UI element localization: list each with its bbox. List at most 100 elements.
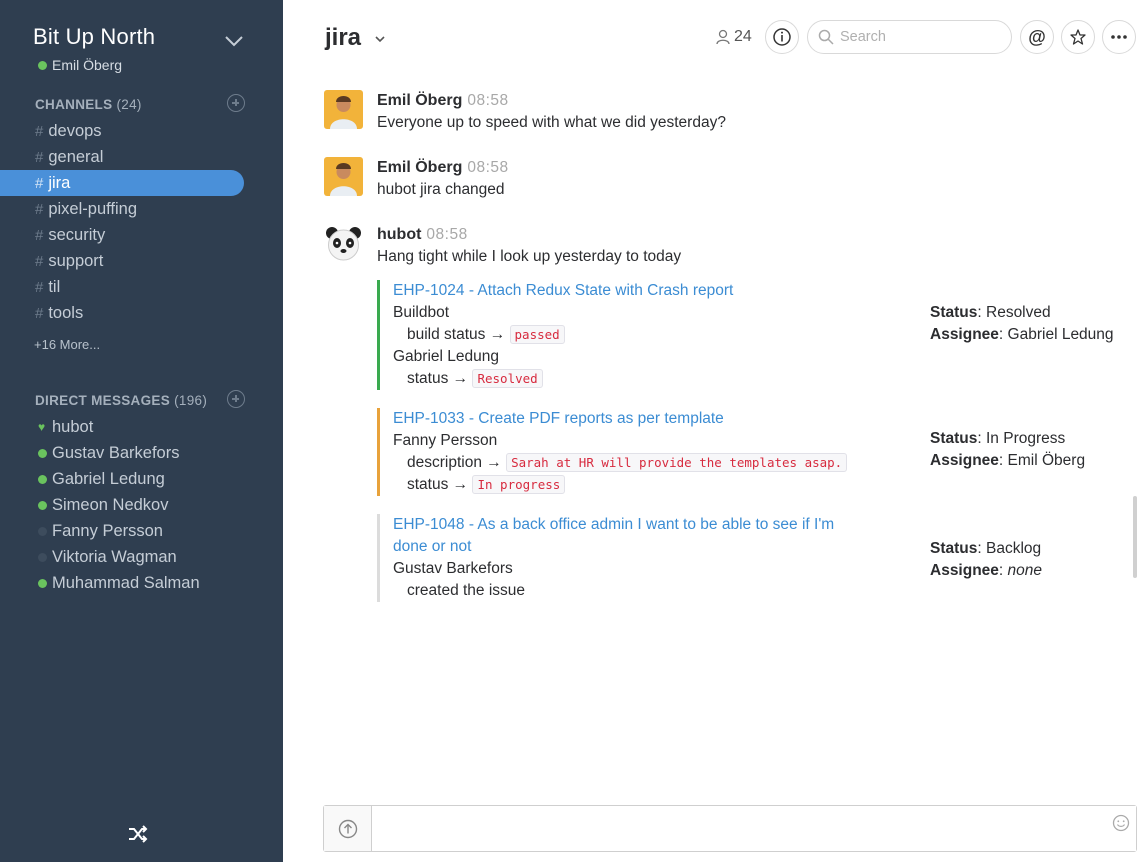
issue-status: Resolved bbox=[986, 304, 1051, 321]
avatar[interactable] bbox=[324, 224, 363, 263]
message-time[interactable]: 08:58 bbox=[467, 92, 508, 109]
message-text: hubot jira changed bbox=[377, 181, 505, 198]
at-icon: @ bbox=[1028, 26, 1046, 47]
hash-icon: # bbox=[35, 252, 44, 270]
issue-attachment: EHP-1033 - Create PDF reports as per tem… bbox=[377, 408, 1117, 496]
add-dm-icon[interactable] bbox=[227, 390, 245, 408]
change-line: status → Resolved bbox=[393, 368, 1117, 390]
change-value: Resolved bbox=[472, 369, 543, 388]
team-name[interactable]: Bit Up North bbox=[33, 24, 155, 50]
hash-icon: # bbox=[35, 122, 44, 140]
issue-status: In Progress bbox=[986, 430, 1066, 447]
person-icon bbox=[716, 29, 730, 45]
channel-item-devops[interactable]: # devops bbox=[0, 118, 283, 144]
add-channel-icon[interactable] bbox=[227, 94, 245, 112]
issue-status: Backlog bbox=[986, 540, 1042, 557]
search-icon bbox=[818, 29, 834, 45]
dm-item-muhammad[interactable]: Muhammad Salman bbox=[0, 570, 283, 596]
channel-item-support[interactable]: # support bbox=[0, 248, 283, 274]
message-author[interactable]: hubot bbox=[377, 226, 421, 243]
mentions-button[interactable]: @ bbox=[1020, 20, 1054, 54]
issue-attachment: EHP-1024 - Attach Redux State with Crash… bbox=[377, 280, 1117, 390]
issue-link[interactable]: EHP-1048 - As a back office admin I want… bbox=[393, 514, 843, 558]
upload-button[interactable] bbox=[324, 806, 372, 851]
issue-link[interactable]: EHP-1033 - Create PDF reports as per tem… bbox=[393, 408, 843, 430]
issue-assignee: Emil Öberg bbox=[1007, 452, 1086, 469]
channel-item-security[interactable]: # security bbox=[0, 222, 283, 248]
presence-away-icon bbox=[38, 526, 47, 536]
hash-icon: # bbox=[35, 148, 44, 166]
current-user[interactable]: Emil Öberg bbox=[38, 57, 122, 73]
issue-attachment: EHP-1048 - As a back office admin I want… bbox=[377, 514, 1117, 602]
hash-icon: # bbox=[35, 200, 44, 218]
dm-item-viktoria[interactable]: Viktoria Wagman bbox=[0, 544, 283, 570]
dm-list: ♥ hubot Gustav Barkefors Gabriel Ledung S… bbox=[0, 414, 283, 596]
message-body: Emil Öberg 08:58 Everyone up to speed wit… bbox=[377, 90, 1117, 134]
avatar[interactable] bbox=[324, 157, 363, 196]
presence-away-icon bbox=[38, 552, 47, 562]
channel-item-til[interactable]: # til bbox=[0, 274, 283, 300]
hash-icon: # bbox=[35, 278, 44, 296]
presence-online-icon bbox=[38, 500, 47, 510]
hash-icon: # bbox=[35, 174, 44, 192]
emoji-icon[interactable] bbox=[1112, 814, 1130, 832]
heart-icon: ♥ bbox=[38, 420, 46, 434]
search-box[interactable] bbox=[807, 20, 1012, 54]
upload-icon bbox=[338, 819, 357, 838]
sidebar: Bit Up North Emil Öberg CHANNELS (24) # d… bbox=[0, 0, 283, 862]
starred-button[interactable] bbox=[1061, 20, 1095, 54]
search-input[interactable] bbox=[840, 29, 1000, 45]
dm-item-gustav[interactable]: Gustav Barkefors bbox=[0, 440, 283, 466]
presence-online-icon bbox=[38, 578, 47, 588]
member-count: 24 bbox=[734, 28, 752, 45]
dm-item-fanny[interactable]: Fanny Persson bbox=[0, 518, 283, 544]
message-text: Everyone up to speed with what we did ye… bbox=[377, 114, 726, 131]
chevron-down-icon[interactable] bbox=[224, 34, 244, 48]
message-author[interactable]: Emil Öberg bbox=[377, 92, 462, 109]
presence-online-icon bbox=[38, 448, 47, 458]
change-value: passed bbox=[509, 325, 565, 344]
avatar[interactable] bbox=[324, 90, 363, 129]
issue-assignee: none bbox=[1007, 562, 1043, 579]
channel-list: # devops # general # jira # pixel-puffing # s… bbox=[0, 118, 283, 326]
channel-item-general[interactable]: # general bbox=[0, 144, 283, 170]
channel-title[interactable]: jira bbox=[325, 24, 361, 52]
dm-header[interactable]: DIRECT MESSAGES (196) bbox=[35, 393, 207, 408]
message-author[interactable]: Emil Öberg bbox=[377, 159, 462, 176]
message-body: hubot 08:58 Hang tight while I look up ye… bbox=[377, 224, 1117, 268]
channel-item-jira[interactable]: # jira bbox=[0, 170, 244, 196]
message-time[interactable]: 08:58 bbox=[467, 159, 508, 176]
channel-item-tools[interactable]: # tools bbox=[0, 300, 283, 326]
ellipsis-icon bbox=[1111, 35, 1127, 39]
issue-meta: Status: Resolved Assignee: Gabriel Ledun… bbox=[930, 304, 1114, 343]
dm-item-hubot[interactable]: ♥ hubot bbox=[0, 414, 283, 440]
dm-item-gabriel[interactable]: Gabriel Ledung bbox=[0, 466, 283, 492]
channel-item-pixel-puffing[interactable]: # pixel-puffing bbox=[0, 196, 283, 222]
issue-link[interactable]: EHP-1024 - Attach Redux State with Crash… bbox=[393, 280, 843, 302]
star-icon bbox=[1070, 29, 1086, 45]
info-icon bbox=[773, 28, 791, 46]
presence-online-icon bbox=[38, 474, 47, 484]
more-options-button[interactable] bbox=[1102, 20, 1136, 54]
presence-online-icon bbox=[38, 60, 47, 70]
shuffle-icon[interactable] bbox=[127, 823, 149, 845]
more-channels-link[interactable]: +16 More... bbox=[34, 337, 100, 352]
message-composer bbox=[323, 805, 1137, 852]
dm-item-simeon[interactable]: Simeon Nedkov bbox=[0, 492, 283, 518]
channels-header[interactable]: CHANNELS (24) bbox=[35, 97, 142, 112]
hash-icon: # bbox=[35, 304, 44, 322]
current-user-name: Emil Öberg bbox=[52, 57, 123, 73]
chevron-down-icon[interactable] bbox=[374, 34, 386, 44]
message-input[interactable] bbox=[372, 806, 1136, 851]
issue-meta: Status: Backlog Assignee: none bbox=[930, 540, 1043, 579]
change-actor: Gabriel Ledung bbox=[393, 348, 499, 365]
message-time[interactable]: 08:58 bbox=[426, 226, 467, 243]
hash-icon: # bbox=[35, 226, 44, 244]
member-count-button[interactable]: 24 bbox=[716, 28, 752, 46]
scrollbar[interactable] bbox=[1133, 496, 1137, 578]
channel-info-button[interactable] bbox=[765, 20, 799, 54]
change-value: In progress bbox=[472, 475, 566, 494]
issue-assignee: Gabriel Ledung bbox=[1007, 326, 1114, 343]
message-body: Emil Öberg 08:58 hubot jira changed bbox=[377, 157, 1117, 201]
change-value: Sarah at HR will provide the templates a… bbox=[506, 453, 848, 472]
